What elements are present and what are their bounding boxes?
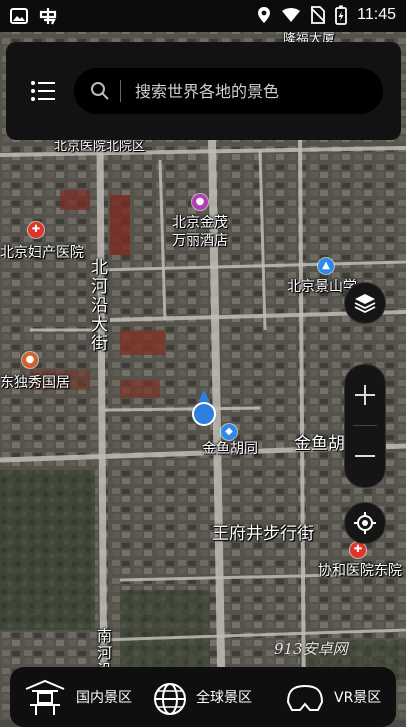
school-poi-icon[interactable]: ▲ [318, 258, 334, 274]
minus-icon [355, 455, 375, 457]
watermark: 913安卓网 [274, 640, 348, 658]
vr-headset-icon [286, 684, 324, 711]
nav-item-domestic[interactable]: 国内景区 [22, 667, 132, 727]
scenic-poi-icon[interactable]: ◆ [221, 424, 237, 440]
nav-item-label: VR景区 [334, 690, 382, 706]
hotel-poi-icon[interactable]: ● [192, 194, 208, 210]
map-label: 东独秀国居 [0, 375, 70, 391]
nav-item-label: 全球景区 [196, 690, 252, 706]
nav-item-vr[interactable]: VR景区 [284, 667, 381, 727]
map-layers-button[interactable] [344, 282, 386, 324]
app-notification-icon [39, 8, 57, 25]
search-divider [120, 80, 121, 102]
menu-icon[interactable] [30, 78, 56, 104]
map-label: 金鱼胡 [294, 434, 345, 454]
zoom-in-button[interactable] [345, 365, 385, 425]
bottom-nav: 国内景区 全球景区 VR景区 [10, 667, 396, 727]
search-panel [6, 42, 401, 140]
hospital-poi-icon[interactable]: ✚ [28, 222, 44, 238]
map-label: 万丽酒店 [172, 233, 228, 249]
search-box[interactable] [74, 68, 383, 114]
wifi-icon [282, 8, 301, 22]
hospital-poi-icon[interactable]: ✚ [350, 542, 366, 558]
status-time: 11:45 [357, 6, 396, 23]
zoom-control [344, 364, 386, 488]
search-icon[interactable] [90, 81, 110, 101]
crosshair-icon [354, 512, 376, 534]
search-input[interactable] [133, 80, 383, 102]
no-sim-icon [311, 6, 326, 24]
battery-charging-icon [335, 5, 348, 25]
current-location-icon [192, 390, 216, 426]
map-label: 王府井步行街 [212, 524, 314, 544]
nav-item-label: 国内景区 [76, 690, 132, 706]
map-label: 北京金茂 [172, 215, 228, 231]
nav-item-global[interactable]: 全球景区 [152, 667, 252, 727]
map-label: 金鱼胡同 [202, 441, 258, 457]
pavilion-icon [25, 679, 65, 715]
map-label: 北京医院北院区 [54, 139, 146, 154]
map-label: 北河沿大街 [87, 258, 107, 353]
location-icon [258, 7, 271, 23]
layers-icon [354, 294, 376, 314]
map-label: 协和医院东院 [318, 563, 402, 579]
status-bar: 11:45 [0, 0, 406, 32]
globe-icon [154, 683, 186, 715]
locate-me-button[interactable] [344, 502, 386, 544]
landmark-poi-icon[interactable]: ● [22, 352, 38, 368]
plus-icon [355, 385, 375, 405]
map-label: 北京妇产医院 [0, 245, 84, 261]
image-icon [10, 8, 28, 24]
zoom-out-button[interactable] [345, 426, 385, 486]
